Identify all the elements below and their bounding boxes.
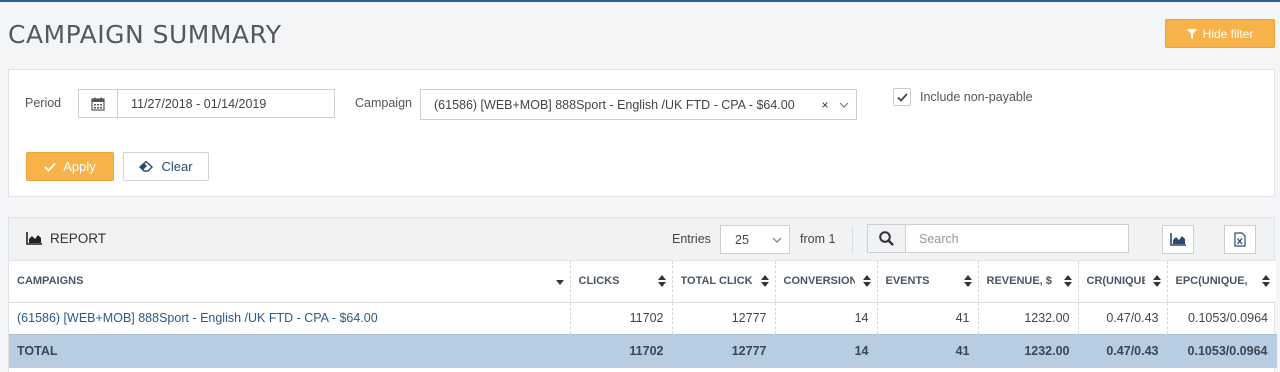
column-header-clicks[interactable]: CLICKS bbox=[570, 261, 673, 303]
total-clicks: 11702 bbox=[570, 333, 673, 368]
report-header: REPORT Entries 25 from 1 bbox=[9, 218, 1274, 261]
export-excel-button[interactable] bbox=[1224, 225, 1256, 254]
report-panel: REPORT Entries 25 from 1 CA bbox=[8, 217, 1277, 372]
column-header-events[interactable]: EVENTS bbox=[877, 261, 979, 303]
entries-label: Entries bbox=[672, 232, 711, 246]
search-icon[interactable] bbox=[868, 225, 906, 252]
column-header-label: EPC(UNIQUE, bbox=[1175, 275, 1248, 288]
column-header-revenue[interactable]: REVENUE, $ bbox=[978, 261, 1079, 303]
period-value[interactable]: 11/27/2018 - 01/14/2019 bbox=[118, 90, 266, 117]
calendar-icon[interactable] bbox=[79, 90, 118, 117]
chevron-down-icon[interactable] bbox=[832, 102, 856, 108]
entries-select[interactable]: 25 bbox=[720, 225, 790, 254]
sort-desc-icon bbox=[555, 280, 564, 285]
check-icon bbox=[44, 162, 56, 172]
campaign-label: Campaign bbox=[355, 96, 412, 110]
total-epc-unique: 0.1053/0.0964 bbox=[1167, 333, 1277, 368]
entries-value: 25 bbox=[735, 232, 749, 247]
apply-button[interactable]: Apply bbox=[26, 152, 114, 181]
hide-filter-button[interactable]: Hide filter bbox=[1165, 19, 1275, 48]
clear-label: Clear bbox=[161, 159, 193, 174]
cell-cr-unique: 0.47/0.43 bbox=[1078, 302, 1168, 334]
apply-label: Apply bbox=[63, 159, 96, 174]
total-revenue: 1232.00 bbox=[978, 333, 1079, 368]
sort-icon bbox=[963, 275, 972, 287]
column-header-label: CONVERSION bbox=[783, 275, 855, 288]
cell-clicks: 11702 bbox=[570, 302, 673, 334]
eraser-icon bbox=[139, 161, 154, 172]
divider bbox=[852, 226, 853, 253]
sort-icon bbox=[1063, 275, 1072, 287]
filter-panel: Period 11/27/2018 - 01/14/2019 Campaign … bbox=[8, 69, 1275, 197]
total-conversion: 14 bbox=[775, 333, 878, 368]
total-row: TOTAL 11702 12777 14 41 1232.00 0.47/0.43 0.105… bbox=[9, 333, 1277, 368]
period-field[interactable]: 11/27/2018 - 01/14/2019 bbox=[78, 89, 335, 118]
total-total-clicks: 12777 bbox=[672, 333, 776, 368]
chart-toggle-button[interactable] bbox=[1162, 225, 1194, 254]
total-label: TOTAL bbox=[9, 333, 571, 368]
clear-button[interactable]: Clear bbox=[123, 152, 209, 181]
campaign-select[interactable]: (61586) [WEB+MOB] 888Sport - English /UK… bbox=[420, 89, 857, 120]
period-label: Period bbox=[25, 96, 62, 110]
column-header-label: TOTAL CLICKS bbox=[680, 275, 753, 288]
sort-icon bbox=[760, 275, 769, 287]
column-header-cr-unique[interactable]: CR(UNIQUE/ bbox=[1078, 261, 1168, 303]
include-non-payable-label[interactable]: Include non-payable bbox=[920, 90, 1033, 104]
cell-events: 41 bbox=[877, 302, 979, 334]
column-header-label: EVENTS bbox=[885, 275, 930, 288]
campaign-value: (61586) [WEB+MOB] 888Sport - English /UK… bbox=[434, 97, 795, 112]
sort-icon bbox=[862, 275, 871, 287]
hide-filter-label: Hide filter bbox=[1202, 26, 1254, 41]
report-title-text: REPORT bbox=[50, 231, 107, 246]
chevron-down-icon bbox=[765, 237, 789, 243]
sort-icon bbox=[657, 275, 666, 287]
page-title: CAMPAIGN SUMMARY bbox=[8, 20, 282, 49]
column-header-epc-unique[interactable]: EPC(UNIQUE, bbox=[1167, 261, 1276, 303]
column-header-campaigns[interactable]: CAMPAIGNS bbox=[9, 261, 571, 303]
excel-file-icon bbox=[1234, 232, 1246, 247]
report-title: REPORT bbox=[26, 231, 106, 246]
cell-revenue: 1232.00 bbox=[978, 302, 1079, 334]
search-box[interactable] bbox=[867, 224, 1129, 253]
check-icon bbox=[896, 92, 908, 102]
filter-icon bbox=[1186, 28, 1197, 39]
cell-epc-unique: 0.1053/0.0964 bbox=[1188, 311, 1268, 325]
area-chart-icon bbox=[26, 232, 42, 245]
clear-selection-icon[interactable]: × bbox=[818, 98, 832, 112]
campaign-link[interactable]: (61586) [WEB+MOB] 888Sport - English /UK… bbox=[9, 302, 571, 334]
total-events: 41 bbox=[877, 333, 979, 368]
from-label: from 1 bbox=[800, 232, 836, 246]
report-table: CAMPAIGNS CLICKS TOTAL CLICKS CONVERSION EVE… bbox=[9, 261, 1277, 368]
total-cr-unique: 0.47/0.43 bbox=[1078, 333, 1168, 368]
column-header-label: REVENUE, $ bbox=[986, 275, 1052, 288]
cell-conversion: 14 bbox=[775, 302, 878, 334]
table-header-row: CAMPAIGNS CLICKS TOTAL CLICKS CONVERSION EVE… bbox=[9, 261, 1276, 303]
column-header-conversion[interactable]: CONVERSION bbox=[775, 261, 878, 303]
top-accent-line bbox=[0, 0, 1280, 2]
cell-total-clicks: 12777 bbox=[672, 302, 776, 334]
sort-icon bbox=[1262, 275, 1270, 287]
include-non-payable-checkbox[interactable] bbox=[893, 88, 911, 106]
area-chart-icon bbox=[1170, 233, 1186, 246]
sort-icon bbox=[1152, 275, 1161, 287]
search-input[interactable] bbox=[906, 225, 1128, 252]
column-header-label: CLICKS bbox=[578, 275, 620, 288]
column-header-label: CR(UNIQUE/ bbox=[1086, 275, 1145, 288]
table-row[interactable]: (61586) [WEB+MOB] 888Sport - English /UK… bbox=[9, 302, 1276, 334]
column-header-total-clicks[interactable]: TOTAL CLICKS bbox=[672, 261, 776, 303]
column-header-label: CAMPAIGNS bbox=[17, 275, 84, 288]
